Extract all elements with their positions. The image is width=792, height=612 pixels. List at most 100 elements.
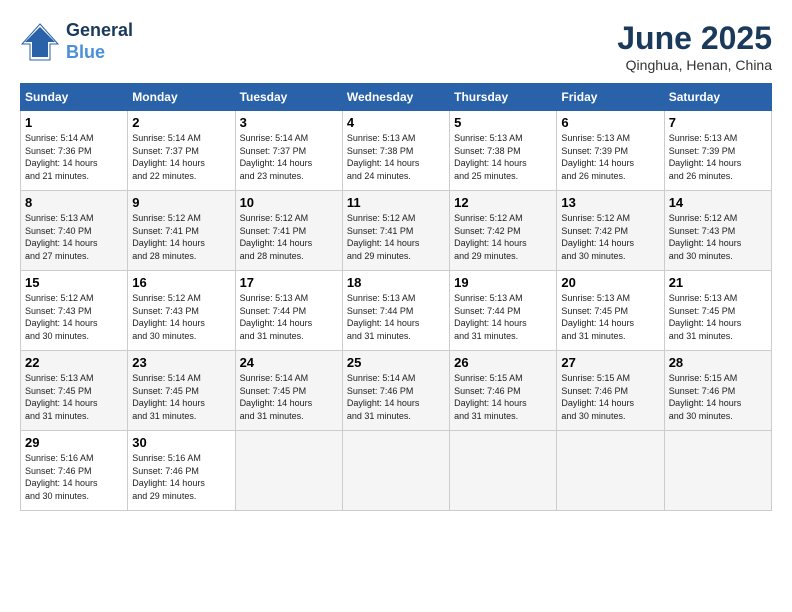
calendar-cell: 22 Sunrise: 5:13 AM Sunset: 7:45 PM Dayli… [21,351,128,431]
day-number: 19 [454,275,552,290]
day-info: Sunrise: 5:12 AM Sunset: 7:42 PM Dayligh… [561,212,659,262]
calendar-cell [450,431,557,511]
day-number: 21 [669,275,767,290]
page-header: General Blue June 2025 Qinghua, Henan, C… [20,20,772,73]
day-info: Sunrise: 5:14 AM Sunset: 7:45 PM Dayligh… [132,372,230,422]
calendar-cell [664,431,771,511]
day-info: Sunrise: 5:13 AM Sunset: 7:39 PM Dayligh… [669,132,767,182]
day-number: 3 [240,115,338,130]
logo: General Blue [20,20,133,63]
col-wednesday: Wednesday [342,84,449,111]
day-info: Sunrise: 5:14 AM Sunset: 7:45 PM Dayligh… [240,372,338,422]
calendar-cell: 1Sunrise: 5:14 AM Sunset: 7:36 PM Daylig… [21,111,128,191]
day-info: Sunrise: 5:12 AM Sunset: 7:43 PM Dayligh… [132,292,230,342]
day-number: 2 [132,115,230,130]
day-number: 8 [25,195,123,210]
day-number: 23 [132,355,230,370]
calendar-cell: 5 Sunrise: 5:13 AM Sunset: 7:38 PM Daylig… [450,111,557,191]
day-number: 14 [669,195,767,210]
day-info: Sunrise: 5:15 AM Sunset: 7:46 PM Dayligh… [454,372,552,422]
calendar-cell: 10 Sunrise: 5:12 AM Sunset: 7:41 PM Dayli… [235,191,342,271]
calendar-cell: 18Sunrise: 5:13 AM Sunset: 7:44 PM Dayli… [342,271,449,351]
calendar-week-row: 22 Sunrise: 5:13 AM Sunset: 7:45 PM Dayli… [21,351,772,431]
day-info: Sunrise: 5:13 AM Sunset: 7:45 PM Dayligh… [669,292,767,342]
header-row: Sunday Monday Tuesday Wednesday Thursday… [21,84,772,111]
calendar-cell: 23 Sunrise: 5:14 AM Sunset: 7:45 PM Dayli… [128,351,235,431]
calendar-week-row: 1Sunrise: 5:14 AM Sunset: 7:36 PM Daylig… [21,111,772,191]
calendar-cell: 4 Sunrise: 5:13 AM Sunset: 7:38 PM Daylig… [342,111,449,191]
day-number: 4 [347,115,445,130]
calendar-cell: 16 Sunrise: 5:12 AM Sunset: 7:43 PM Dayli… [128,271,235,351]
day-info: Sunrise: 5:12 AM Sunset: 7:41 PM Dayligh… [240,212,338,262]
calendar-table: Sunday Monday Tuesday Wednesday Thursday… [20,83,772,511]
day-info: Sunrise: 5:14 AM Sunset: 7:36 PM Dayligh… [25,132,123,182]
day-info: Sunrise: 5:13 AM Sunset: 7:38 PM Dayligh… [454,132,552,182]
day-info: Sunrise: 5:12 AM Sunset: 7:41 PM Dayligh… [132,212,230,262]
day-number: 22 [25,355,123,370]
day-number: 20 [561,275,659,290]
day-info: Sunrise: 5:14 AM Sunset: 7:46 PM Dayligh… [347,372,445,422]
logo-icon [20,22,60,62]
day-number: 30 [132,435,230,450]
day-info: Sunrise: 5:12 AM Sunset: 7:43 PM Dayligh… [25,292,123,342]
day-number: 13 [561,195,659,210]
calendar-cell: 17 Sunrise: 5:13 AM Sunset: 7:44 PM Dayli… [235,271,342,351]
calendar-cell: 13 Sunrise: 5:12 AM Sunset: 7:42 PM Dayli… [557,191,664,271]
day-info: Sunrise: 5:13 AM Sunset: 7:44 PM Dayligh… [240,292,338,342]
day-number: 27 [561,355,659,370]
calendar-cell: 24 Sunrise: 5:14 AM Sunset: 7:45 PM Dayli… [235,351,342,431]
col-sunday: Sunday [21,84,128,111]
calendar-cell: 28 Sunrise: 5:15 AM Sunset: 7:46 PM Dayli… [664,351,771,431]
col-monday: Monday [128,84,235,111]
calendar-cell: 3 Sunrise: 5:14 AM Sunset: 7:37 PM Daylig… [235,111,342,191]
month-title: June 2025 [617,20,772,57]
day-number: 29 [25,435,123,450]
day-info: Sunrise: 5:13 AM Sunset: 7:44 PM Dayligh… [347,292,445,342]
day-info: Sunrise: 5:13 AM Sunset: 7:45 PM Dayligh… [561,292,659,342]
day-info: Sunrise: 5:12 AM Sunset: 7:43 PM Dayligh… [669,212,767,262]
col-thursday: Thursday [450,84,557,111]
day-info: Sunrise: 5:14 AM Sunset: 7:37 PM Dayligh… [240,132,338,182]
calendar-cell: 30 Sunrise: 5:16 AM Sunset: 7:46 PM Dayli… [128,431,235,511]
day-info: Sunrise: 5:13 AM Sunset: 7:39 PM Dayligh… [561,132,659,182]
day-number: 25 [347,355,445,370]
calendar-cell: 8 Sunrise: 5:13 AM Sunset: 7:40 PM Daylig… [21,191,128,271]
calendar-cell [342,431,449,511]
calendar-cell: 9 Sunrise: 5:12 AM Sunset: 7:41 PM Daylig… [128,191,235,271]
title-block: June 2025 Qinghua, Henan, China [617,20,772,73]
col-saturday: Saturday [664,84,771,111]
calendar-week-row: 8 Sunrise: 5:13 AM Sunset: 7:40 PM Daylig… [21,191,772,271]
day-info: Sunrise: 5:16 AM Sunset: 7:46 PM Dayligh… [25,452,123,502]
calendar-cell: 29 Sunrise: 5:16 AM Sunset: 7:46 PM Dayli… [21,431,128,511]
day-number: 10 [240,195,338,210]
calendar-cell: 2 Sunrise: 5:14 AM Sunset: 7:37 PM Daylig… [128,111,235,191]
day-info: Sunrise: 5:13 AM Sunset: 7:40 PM Dayligh… [25,212,123,262]
calendar-header: Sunday Monday Tuesday Wednesday Thursday… [21,84,772,111]
day-info: Sunrise: 5:13 AM Sunset: 7:44 PM Dayligh… [454,292,552,342]
day-number: 17 [240,275,338,290]
calendar-cell: 20 Sunrise: 5:13 AM Sunset: 7:45 PM Dayli… [557,271,664,351]
day-number: 12 [454,195,552,210]
day-number: 28 [669,355,767,370]
location: Qinghua, Henan, China [617,57,772,73]
calendar-cell: 14 Sunrise: 5:12 AM Sunset: 7:43 PM Dayli… [664,191,771,271]
day-number: 24 [240,355,338,370]
day-info: Sunrise: 5:13 AM Sunset: 7:38 PM Dayligh… [347,132,445,182]
calendar-cell: 7 Sunrise: 5:13 AM Sunset: 7:39 PM Daylig… [664,111,771,191]
calendar-cell: 26 Sunrise: 5:15 AM Sunset: 7:46 PM Dayli… [450,351,557,431]
day-number: 16 [132,275,230,290]
calendar-cell: 21 Sunrise: 5:13 AM Sunset: 7:45 PM Dayli… [664,271,771,351]
calendar-cell: 15Sunrise: 5:12 AM Sunset: 7:43 PM Dayli… [21,271,128,351]
day-info: Sunrise: 5:12 AM Sunset: 7:42 PM Dayligh… [454,212,552,262]
day-number: 26 [454,355,552,370]
day-info: Sunrise: 5:16 AM Sunset: 7:46 PM Dayligh… [132,452,230,502]
calendar-cell: 6Sunrise: 5:13 AM Sunset: 7:39 PM Daylig… [557,111,664,191]
day-number: 5 [454,115,552,130]
day-number: 7 [669,115,767,130]
day-info: Sunrise: 5:13 AM Sunset: 7:45 PM Dayligh… [25,372,123,422]
calendar-week-row: 15Sunrise: 5:12 AM Sunset: 7:43 PM Dayli… [21,271,772,351]
day-info: Sunrise: 5:15 AM Sunset: 7:46 PM Dayligh… [669,372,767,422]
day-info: Sunrise: 5:14 AM Sunset: 7:37 PM Dayligh… [132,132,230,182]
day-number: 9 [132,195,230,210]
logo-text: General Blue [66,20,133,63]
